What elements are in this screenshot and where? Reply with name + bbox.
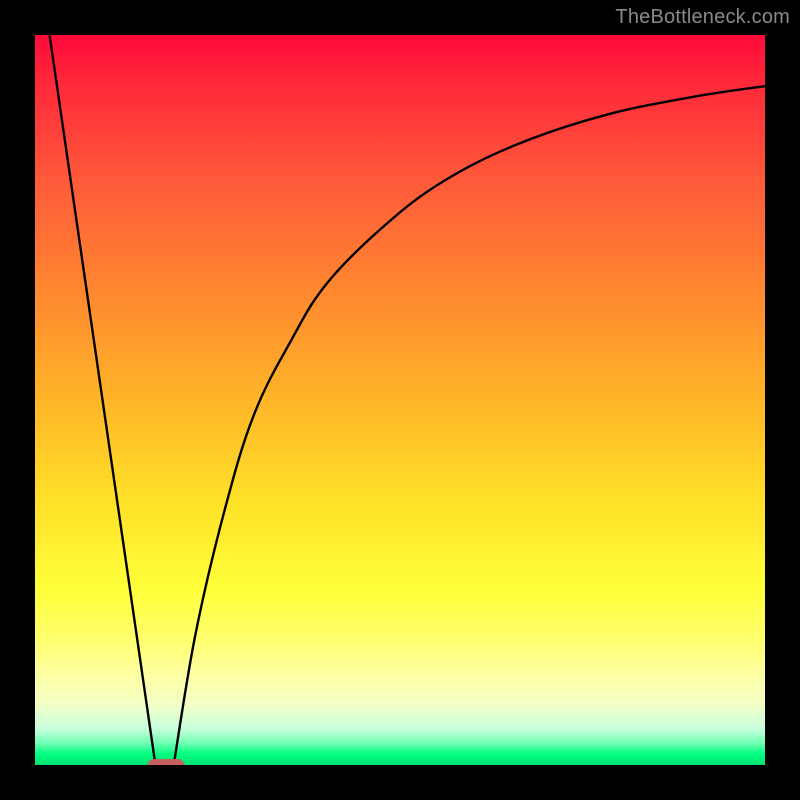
plot-area [35, 35, 765, 765]
watermark-text: TheBottleneck.com [615, 6, 790, 29]
optimum-marker [148, 759, 184, 765]
curve-layer [35, 35, 765, 765]
chart-frame: TheBottleneck.com [0, 0, 800, 800]
curve-path [50, 35, 765, 765]
